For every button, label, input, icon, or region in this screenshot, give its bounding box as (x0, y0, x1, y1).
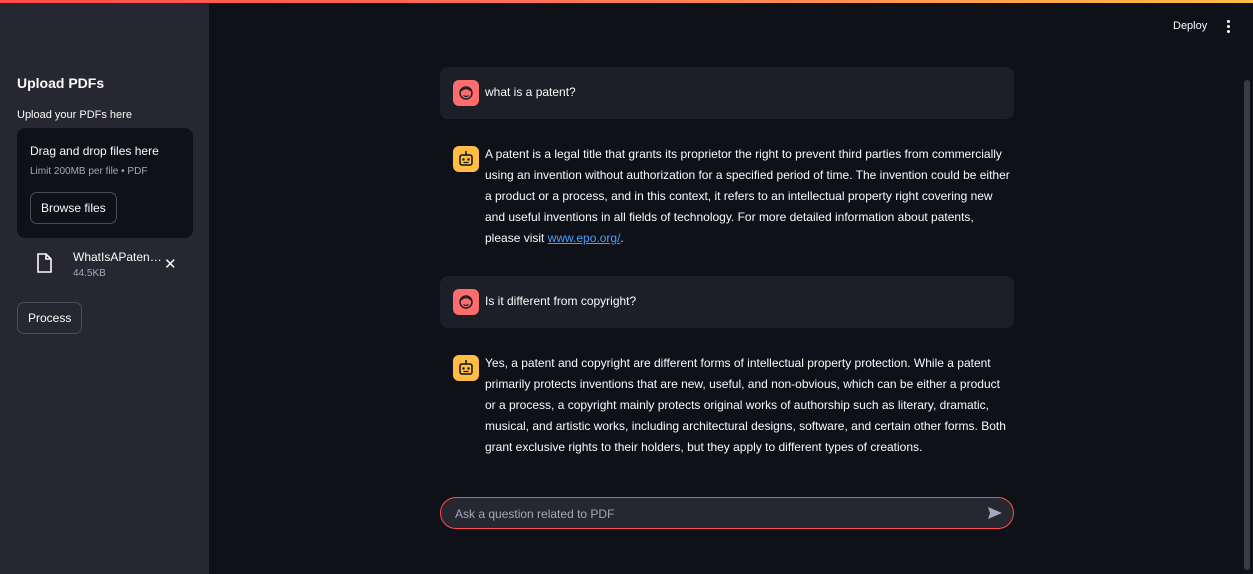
process-button[interactable]: Process (17, 302, 83, 334)
chat-message-assistant: A patent is a legal title that grants it… (440, 134, 1014, 258)
deploy-button[interactable]: Deploy (1173, 20, 1207, 32)
scrollbar[interactable] (1244, 80, 1250, 570)
chat-message-user: what is a patent? (440, 67, 1014, 119)
file-name: WhatIsAPatent.pdf (73, 250, 165, 264)
remove-file-icon[interactable]: ✕ (164, 255, 177, 273)
chat-input[interactable] (453, 498, 977, 530)
top-decoration-bar (0, 0, 1253, 3)
file-icon (36, 253, 52, 278)
bot-icon (453, 355, 479, 381)
user-face-icon (453, 289, 479, 315)
browse-files-button[interactable]: Browse files (30, 192, 117, 224)
file-dropzone[interactable]: Drag and drop files here Limit 200MB per… (17, 128, 193, 238)
sidebar-title: Upload PDFs (17, 75, 105, 91)
upload-label: Upload your PDFs here (17, 109, 132, 121)
chat-message-assistant: Yes, a patent and copyright are differen… (440, 343, 1014, 467)
kebab-menu-icon[interactable] (1222, 19, 1234, 35)
uploaded-file-item: WhatIsAPatent.pdf 44.5KB ✕ (17, 245, 193, 285)
message-text: A patent is a legal title that grants it… (485, 144, 1010, 249)
chat-message-user: Is it different from copyright? (440, 276, 1014, 328)
file-size: 44.5KB (73, 268, 106, 279)
bot-icon (453, 146, 479, 172)
dropzone-title: Drag and drop files here (30, 144, 159, 158)
message-text: what is a patent? (485, 85, 576, 99)
epo-link[interactable]: www.epo.org/ (548, 231, 621, 245)
dropzone-limit: Limit 200MB per file • PDF (30, 166, 148, 177)
sidebar: Upload PDFs Upload your PDFs here Drag a… (0, 0, 209, 574)
message-text: Is it different from copyright? (485, 294, 637, 308)
send-icon[interactable] (987, 505, 1003, 526)
message-text: Yes, a patent and copyright are differen… (485, 356, 1006, 454)
user-face-icon (453, 80, 479, 106)
chat-input-container (440, 497, 1014, 530)
message-suffix: . (620, 231, 624, 245)
